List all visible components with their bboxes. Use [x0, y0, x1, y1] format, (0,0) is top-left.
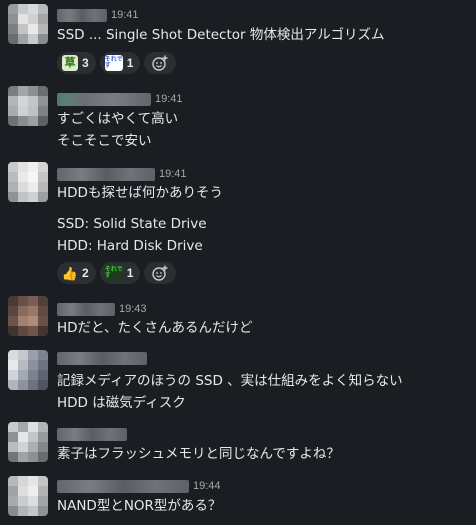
kusa-emoji-icon: 草	[62, 55, 78, 71]
timestamp[interactable]: 19:43	[119, 303, 147, 315]
add-emoji-icon	[152, 55, 168, 71]
avatar[interactable]	[8, 476, 48, 516]
avatar[interactable]	[8, 422, 48, 462]
reaction-bar: 草 3 それです 1	[57, 52, 177, 74]
reaction-bar: 👍 2 それです 1	[57, 262, 177, 284]
reaction-count: 2	[82, 266, 89, 280]
sender-name[interactable]	[57, 479, 189, 493]
message-text: SSD: Solid State Drive	[57, 216, 207, 232]
sender-name[interactable]	[57, 8, 107, 22]
timestamp[interactable]: 19:41	[111, 9, 139, 21]
timestamp[interactable]: 19:41	[155, 93, 183, 105]
message-text: HDDも探せば何かありそう	[57, 185, 223, 201]
reaction-count: 1	[126, 266, 134, 280]
message-text: SSD ... Single Shot Detector 物体検出アルゴリズム	[57, 27, 385, 43]
message-text: すごくはやくて高い	[57, 111, 179, 127]
message-text: HDD: Hard Disk Drive	[57, 238, 203, 254]
message-text: HDD は磁気ディスク	[57, 395, 186, 411]
add-reaction-button[interactable]	[144, 52, 177, 74]
add-reaction-button[interactable]	[144, 262, 177, 284]
timestamp[interactable]: 19:41	[159, 168, 187, 180]
message-text: NAND型とNOR型がある？	[57, 498, 222, 514]
soredesu-emoji-icon: それです	[104, 55, 123, 71]
soredesu-green-emoji-icon: それです	[104, 265, 123, 281]
message-text: 記録メディアのほうの SSD 、実は仕組みをよく知らない	[57, 373, 403, 389]
reaction-kusa[interactable]: 草 3	[57, 52, 96, 74]
sender-name[interactable]	[57, 92, 151, 106]
sender-name[interactable]	[57, 167, 155, 181]
message-text: そこそこで安い	[57, 133, 152, 149]
sender-name[interactable]	[57, 427, 127, 441]
reaction-thumbs-up[interactable]: 👍 2	[57, 262, 96, 284]
sender-name[interactable]	[57, 302, 115, 316]
sender-name[interactable]	[57, 351, 147, 365]
thumbs-up-emoji-icon: 👍	[61, 265, 79, 281]
avatar[interactable]	[8, 296, 48, 336]
reaction-count: 1	[126, 56, 134, 70]
avatar[interactable]	[8, 350, 48, 390]
reaction-count: 3	[82, 56, 89, 70]
reaction-soredesu[interactable]: それです 1	[99, 262, 141, 284]
avatar[interactable]	[8, 162, 48, 202]
reaction-soredesu[interactable]: それです 1	[99, 52, 141, 74]
add-emoji-icon	[152, 265, 168, 281]
avatar[interactable]	[8, 86, 48, 126]
message-text: HDだと、たくさんあるんだけど	[57, 320, 253, 336]
message-text: 素子はフラッシュメモリと同じなんですよね？	[57, 446, 340, 462]
timestamp[interactable]: 19:44	[193, 480, 221, 492]
avatar[interactable]	[8, 4, 48, 44]
